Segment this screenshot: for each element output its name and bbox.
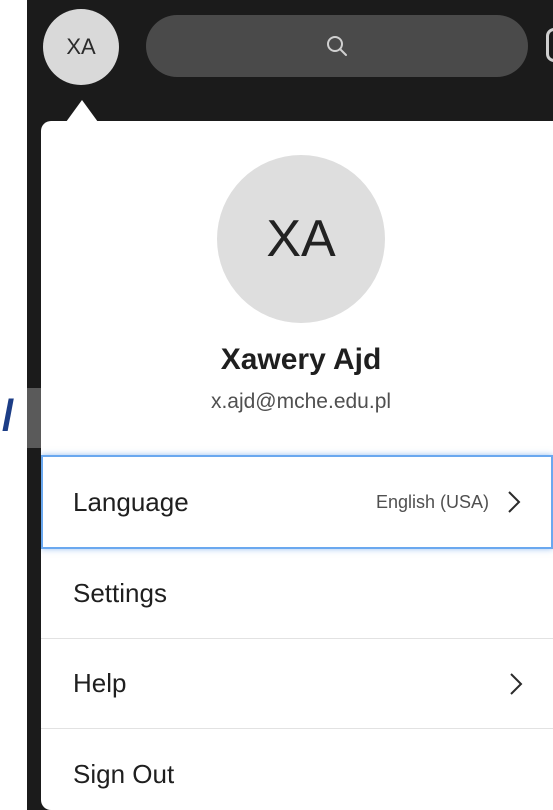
- menu-item-label: Settings: [73, 578, 167, 608]
- profile-name: Xawery Ajd: [220, 343, 382, 376]
- menu-item-sign-out[interactable]: Sign Out: [41, 729, 553, 810]
- app-window: / XA XA Xawery Ajd x.ajd@mche.edu.pl Lan…: [0, 0, 553, 810]
- menu-item-label: Sign Out: [73, 758, 175, 789]
- menu-item-settings[interactable]: Settings: [41, 549, 553, 639]
- profile-avatar-button[interactable]: XA: [43, 9, 119, 85]
- language-value: English (USA): [375, 491, 489, 512]
- menu-item-label: Language: [73, 486, 189, 517]
- chevron-right-icon: [507, 490, 521, 514]
- profile-menu-popover: XA Xawery Ajd x.ajd@mche.edu.pl Language…: [41, 121, 553, 810]
- profile-menu: Language English (USA) Settings Help Sig…: [41, 454, 553, 810]
- profile-email: x.ajd@mche.edu.pl: [210, 390, 392, 413]
- background-panel-edge: [27, 388, 41, 448]
- toolbar-edge-icon[interactable]: [546, 28, 553, 62]
- background-glyph: /: [2, 391, 15, 440]
- profile-avatar-initials: XA: [266, 210, 336, 268]
- popover-arrow: [66, 100, 98, 122]
- menu-item-language[interactable]: Language English (USA): [41, 455, 553, 549]
- profile-avatar: XA: [217, 155, 385, 323]
- chevron-right-icon: [509, 672, 523, 696]
- menu-item-help[interactable]: Help: [41, 639, 553, 729]
- search-bar[interactable]: [146, 15, 528, 77]
- search-icon: [325, 34, 349, 58]
- profile-avatar-initials: XA: [66, 34, 96, 59]
- menu-item-label: Help: [73, 668, 127, 698]
